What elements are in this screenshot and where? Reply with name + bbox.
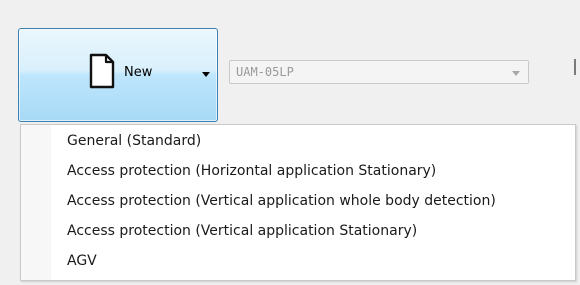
menu-item-agv[interactable]: AGV xyxy=(23,249,573,273)
new-button[interactable]: New xyxy=(18,28,218,122)
new-dropdown-menu: General (Standard) Access protection (Ho… xyxy=(20,124,576,281)
menu-item-access-vertical-whole-body[interactable]: Access protection (Vertical application … xyxy=(23,189,573,213)
menu-item-access-horizontal-stationary[interactable]: Access protection (Horizontal applicatio… xyxy=(23,159,573,183)
menu-item-access-vertical-stationary[interactable]: Access protection (Vertical application … xyxy=(23,219,573,243)
model-select[interactable]: UAM-05LP xyxy=(229,60,529,84)
chevron-down-icon[interactable] xyxy=(202,72,210,77)
document-icon xyxy=(89,53,115,89)
menu-item-general-standard[interactable]: General (Standard) xyxy=(23,129,573,153)
new-button-label: New xyxy=(124,65,153,80)
chevron-down-icon[interactable] xyxy=(512,71,520,76)
toolbar-edge-divider xyxy=(574,59,576,75)
application-window: New UAM-05LP General (Standard) Access p… xyxy=(0,0,580,285)
model-select-value: UAM-05LP xyxy=(236,65,294,79)
